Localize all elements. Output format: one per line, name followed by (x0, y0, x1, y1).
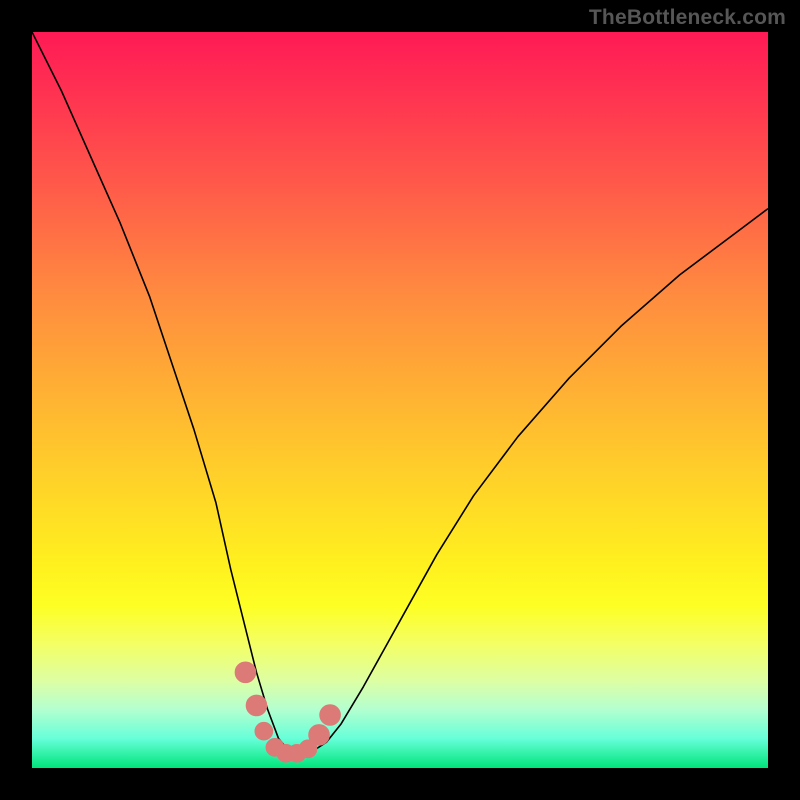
bottleneck-curve (32, 32, 768, 768)
curve-path (32, 32, 768, 753)
chart-frame: TheBottleneck.com (0, 0, 800, 800)
marker-point (320, 705, 341, 726)
marker-point (309, 725, 330, 746)
marker-group (235, 662, 340, 762)
marker-point (235, 662, 256, 683)
plot-area (32, 32, 768, 768)
marker-point (255, 722, 273, 740)
watermark-text: TheBottleneck.com (589, 6, 786, 30)
marker-point (246, 695, 267, 716)
